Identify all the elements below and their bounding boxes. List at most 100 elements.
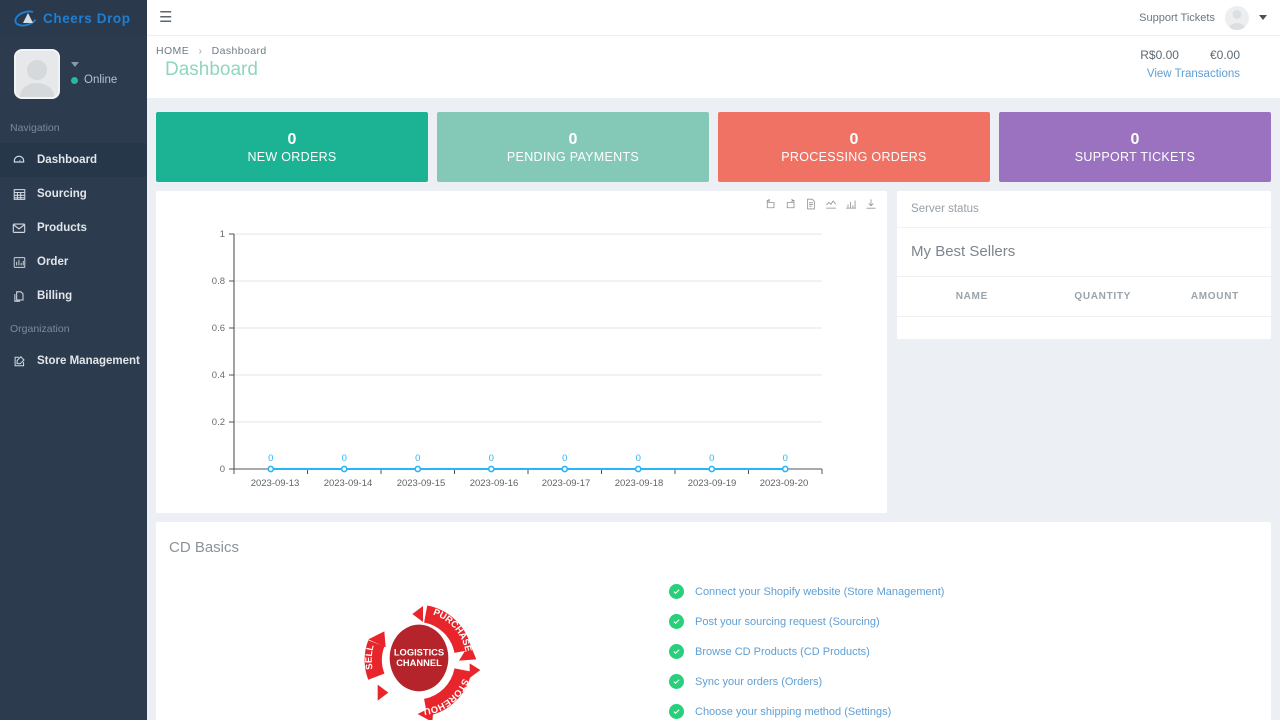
support-tickets-link[interactable]: Support Tickets bbox=[1139, 12, 1215, 24]
logistics-channel-diagram: LOGISTICS CHANNEL PURCHASE SELL STOREHOU bbox=[169, 578, 669, 720]
cd-basics-panel: CD Basics LOGISTICS CHANNEL PURCHASE SEL… bbox=[156, 522, 1271, 720]
hamburger-icon[interactable]: ☰ bbox=[159, 10, 172, 25]
top-header: ☰ Support Tickets bbox=[147, 0, 1280, 36]
stat-card-processing-orders[interactable]: 0 PROCESSING ORDERS bbox=[718, 112, 990, 182]
sidebar-item-order[interactable]: Order bbox=[0, 245, 147, 279]
status-dot-icon bbox=[71, 76, 78, 84]
sidebar-item-label: Order bbox=[37, 256, 69, 268]
column-header-amount: AMOUNT bbox=[1190, 291, 1239, 302]
zoom-restore-icon[interactable] bbox=[765, 198, 777, 210]
edit-square-icon bbox=[10, 355, 28, 368]
sidebar-item-label: Store Management bbox=[37, 355, 140, 367]
user-status: Online bbox=[84, 74, 118, 86]
sidebar-item-label: Billing bbox=[37, 290, 73, 302]
stat-card-new-orders[interactable]: 0 NEW ORDERS bbox=[156, 112, 428, 182]
main-content: HOME › Dashboard Dashboard R$0.00 €0.00 … bbox=[147, 36, 1280, 720]
nav-section-title-navigation: Navigation bbox=[10, 122, 60, 134]
sidebar: Cheers Drop Online Navigation Dashboard bbox=[0, 0, 147, 720]
checklist-item-label[interactable]: Choose your shipping method (Settings) bbox=[695, 706, 891, 718]
checklist-item-label[interactable]: Connect your Shopify website (Store Mana… bbox=[695, 586, 944, 598]
panels-row: 1 0.8 0.6 0.4 0.2 0 0 0 0 0 0 0 0 0 2023… bbox=[147, 182, 1280, 513]
nav-section-title-organization: Organization bbox=[10, 323, 70, 335]
bar-chart-icon[interactable] bbox=[845, 198, 857, 210]
brand-name: Cheers Drop bbox=[43, 10, 131, 26]
y-tick-label: 0 bbox=[220, 464, 225, 475]
sidebar-item-dashboard[interactable]: Dashboard bbox=[0, 143, 147, 177]
check-circle-icon bbox=[669, 584, 684, 599]
best-sellers-title: My Best Sellers bbox=[897, 228, 1271, 277]
sidebar-item-store-management[interactable]: Store Management bbox=[0, 344, 147, 378]
zoom-back-icon[interactable] bbox=[785, 198, 797, 210]
point-label: 0 bbox=[562, 453, 567, 464]
checklist-item[interactable]: Connect your Shopify website (Store Mana… bbox=[669, 584, 944, 599]
point-label: 0 bbox=[489, 453, 494, 464]
chevron-down-icon[interactable] bbox=[71, 62, 79, 67]
x-tick-label: 2023-09-20 bbox=[760, 478, 809, 489]
point-label: 0 bbox=[342, 453, 347, 464]
x-tick-label: 2023-09-17 bbox=[542, 478, 591, 489]
balance-brl: R$0.00 bbox=[1140, 48, 1179, 62]
check-circle-icon bbox=[669, 674, 684, 689]
balance-eur: €0.00 bbox=[1209, 48, 1240, 62]
sidebar-item-sourcing[interactable]: Sourcing bbox=[0, 177, 147, 211]
dashboard-page: Cheers Drop Online Navigation Dashboard bbox=[0, 0, 1280, 720]
column-header-name: NAME bbox=[955, 291, 988, 302]
stat-value: 0 bbox=[287, 131, 297, 148]
checklist-item-label[interactable]: Browse CD Products (CD Products) bbox=[695, 646, 870, 658]
data-view-icon[interactable] bbox=[805, 198, 817, 210]
stat-card-pending-payments[interactable]: 0 PENDING PAYMENTS bbox=[437, 112, 709, 182]
chart-toolbar bbox=[765, 198, 877, 210]
line-chart-icon[interactable] bbox=[825, 198, 837, 210]
sidebar-item-products[interactable]: Products bbox=[0, 211, 147, 245]
sidebar-user-panel[interactable]: Online bbox=[0, 36, 147, 112]
sidebar-item-label: Dashboard bbox=[37, 154, 98, 166]
cheers-drop-logo-icon bbox=[12, 7, 40, 29]
column-header-quantity: QUANTITY bbox=[1074, 291, 1132, 302]
side-panel: Server status My Best Sellers NAME QUANT… bbox=[897, 191, 1271, 513]
checklist-item[interactable]: Choose your shipping method (Settings) bbox=[669, 704, 944, 719]
orders-line-chart: 1 0.8 0.6 0.4 0.2 0 0 0 0 0 0 0 0 0 2023… bbox=[156, 221, 893, 516]
checklist-item-label[interactable]: Sync your orders (Orders) bbox=[695, 676, 822, 688]
y-tick-label: 0.4 bbox=[212, 370, 225, 381]
point-label: 0 bbox=[636, 453, 641, 464]
point-label: 0 bbox=[783, 453, 788, 464]
cd-basics-title: CD Basics bbox=[169, 539, 240, 556]
checklist-item-label[interactable]: Post your sourcing request (Sourcing) bbox=[695, 616, 880, 628]
breadcrumb-current: Dashboard bbox=[211, 45, 267, 57]
x-tick-label: 2023-09-15 bbox=[397, 478, 446, 489]
stat-value: 0 bbox=[1130, 131, 1140, 148]
grid-icon bbox=[10, 188, 28, 201]
stat-cards: 0 NEW ORDERS 0 PENDING PAYMENTS 0 PROCES… bbox=[147, 98, 1280, 182]
chart-svg: 1 0.8 0.6 0.4 0.2 0 0 0 0 0 0 0 0 0 2023… bbox=[212, 229, 823, 489]
stat-card-support-tickets[interactable]: 0 SUPPORT TICKETS bbox=[999, 112, 1271, 182]
checklist-item[interactable]: Sync your orders (Orders) bbox=[669, 674, 944, 689]
sidebar-item-billing[interactable]: Billing bbox=[0, 279, 147, 313]
x-tick-label: 2023-09-14 bbox=[324, 478, 373, 489]
x-tick-label: 2023-09-19 bbox=[688, 478, 737, 489]
breadcrumb-home[interactable]: HOME bbox=[156, 45, 189, 57]
breadcrumb-separator-icon: › bbox=[198, 45, 203, 57]
balance-area: R$0.00 €0.00 View Transactions bbox=[1140, 48, 1240, 80]
caret-down-icon[interactable] bbox=[1259, 15, 1267, 20]
checklist-item[interactable]: Browse CD Products (CD Products) bbox=[669, 644, 944, 659]
table-header-row: NAME QUANTITY AMOUNT bbox=[897, 277, 1271, 317]
check-circle-icon bbox=[669, 644, 684, 659]
x-tick-label: 2023-09-16 bbox=[470, 478, 519, 489]
bar-chart-icon bbox=[10, 256, 28, 269]
download-icon[interactable] bbox=[865, 198, 877, 210]
page-title: Dashboard bbox=[165, 59, 258, 80]
sidebar-item-label: Products bbox=[37, 222, 87, 234]
point-label: 0 bbox=[415, 453, 420, 464]
table-empty-row bbox=[897, 316, 1271, 339]
x-tick-label: 2023-09-18 bbox=[615, 478, 664, 489]
envelope-icon bbox=[10, 221, 28, 235]
sidebar-item-label: Sourcing bbox=[37, 188, 87, 200]
user-avatar-icon[interactable] bbox=[1225, 5, 1249, 30]
check-circle-icon bbox=[669, 704, 684, 719]
stat-label: PENDING PAYMENTS bbox=[506, 150, 640, 164]
server-status-label: Server status bbox=[897, 191, 1271, 228]
brand-logo[interactable]: Cheers Drop bbox=[0, 0, 147, 36]
checklist-item[interactable]: Post your sourcing request (Sourcing) bbox=[669, 614, 944, 629]
view-transactions-link[interactable]: View Transactions bbox=[1140, 68, 1240, 80]
point-label: 0 bbox=[268, 453, 273, 464]
